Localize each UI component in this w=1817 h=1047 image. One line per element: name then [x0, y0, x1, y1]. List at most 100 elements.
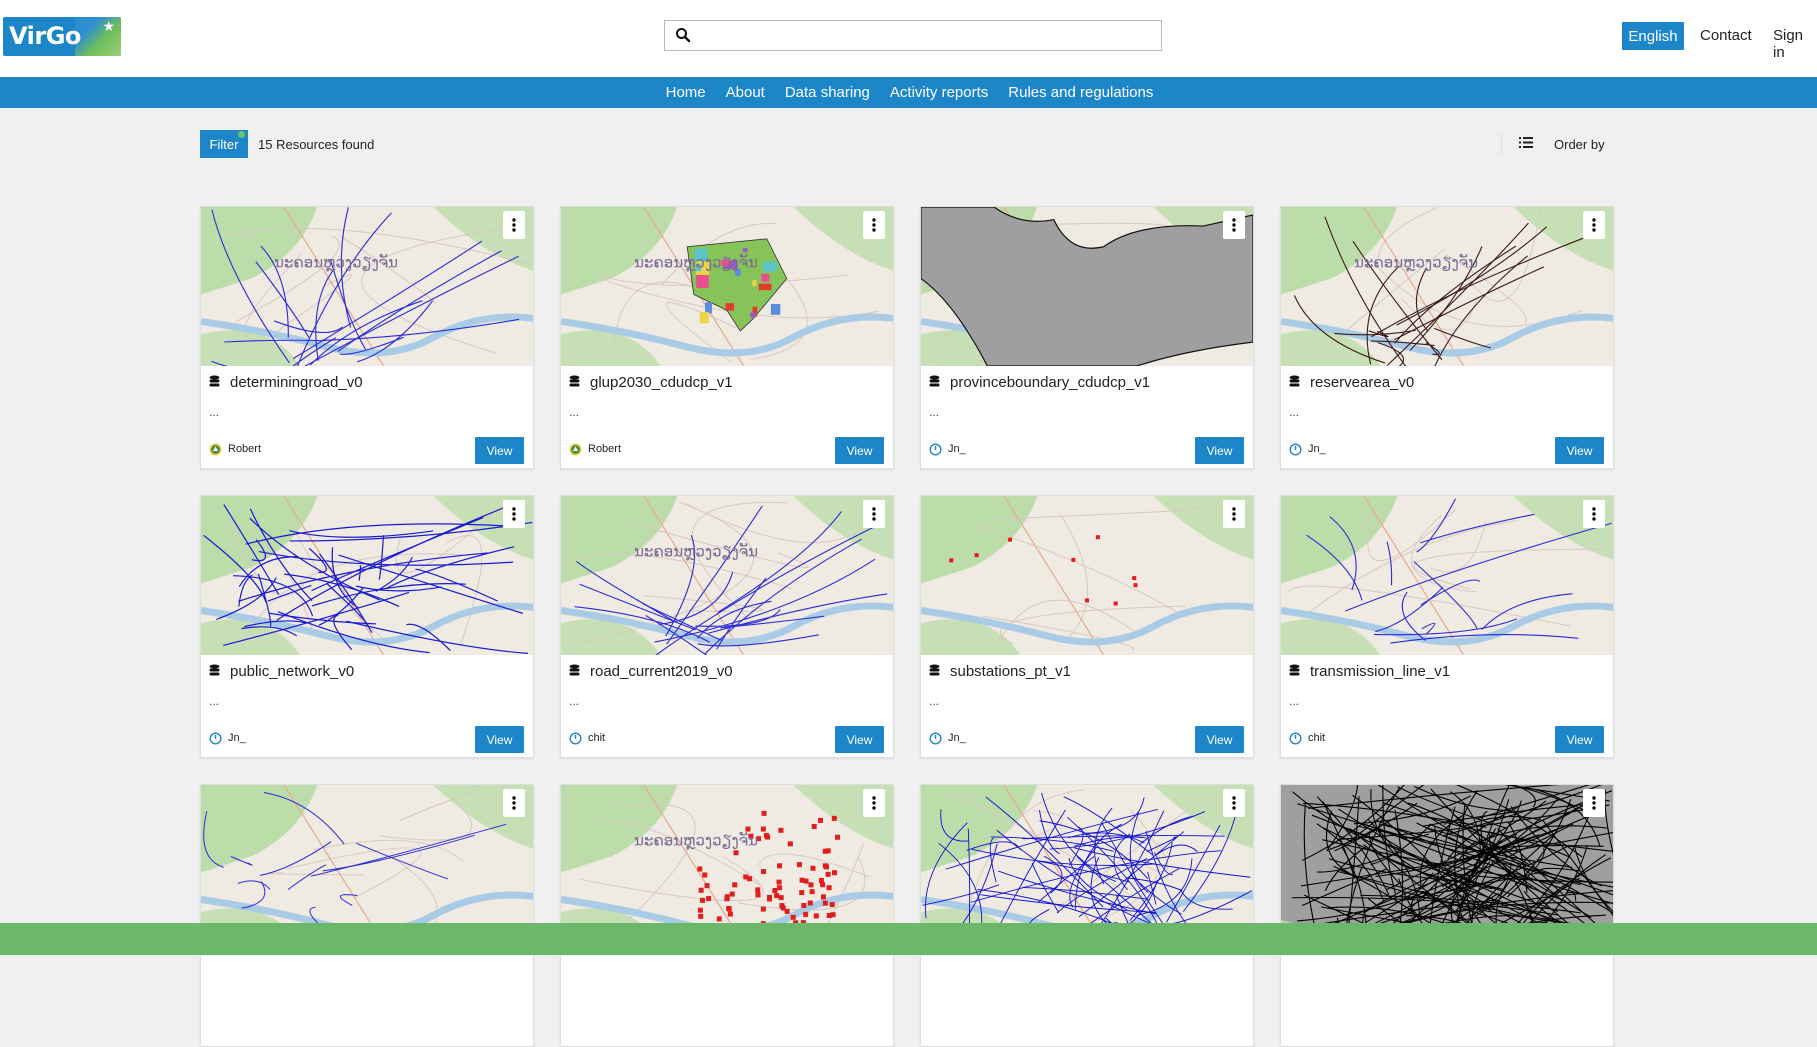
card-thumbnail[interactable]	[921, 207, 1253, 366]
database-icon	[569, 664, 580, 678]
view-button[interactable]: View	[835, 437, 884, 464]
card-title[interactable]: substations_pt_v1	[950, 663, 1071, 680]
contact-link[interactable]: Contact	[1700, 27, 1752, 44]
card-thumbnail[interactable]	[921, 785, 1253, 944]
card-title[interactable]: transmission_line_v1	[1310, 663, 1450, 680]
community-badge-icon	[569, 443, 582, 456]
resource-card[interactable]	[1280, 784, 1614, 1047]
more-options-icon	[512, 796, 516, 810]
view-button[interactable]: View	[1195, 437, 1244, 464]
language-button[interactable]: English	[1622, 22, 1684, 50]
card-thumbnail[interactable]	[1281, 496, 1613, 655]
power-icon	[569, 732, 582, 745]
card-owner[interactable]: chit	[1308, 732, 1325, 744]
resource-card[interactable]: ນະຄອນຫຼວງວຽງຈັນ reservearea_v0... Jn_ View	[1280, 206, 1614, 469]
card-abstract: ...	[569, 694, 580, 708]
card-thumbnail[interactable]	[921, 496, 1253, 655]
card-owner[interactable]: chit	[588, 732, 605, 744]
resource-card[interactable]: substations_pt_v1... Jn_ View	[920, 495, 1254, 758]
card-owner[interactable]: Jn_	[228, 732, 246, 744]
map-thumbnail[interactable]	[1281, 785, 1613, 944]
list-view-icon[interactable]	[1519, 136, 1533, 149]
map-thumbnail[interactable]	[921, 785, 1253, 944]
card-owner[interactable]: Robert	[588, 443, 621, 455]
card-menu-button[interactable]	[863, 789, 885, 817]
card-owner[interactable]: Robert	[228, 443, 261, 455]
resource-card[interactable]: ນະຄອນຫຼວງວຽງຈັນ determiningroad_v0... Robe…	[200, 206, 534, 469]
resource-card[interactable]: ນະຄອນຫຼວງວຽງຈັນ glup2030_cdudcp_v1... Robe…	[560, 206, 894, 469]
card-menu-button[interactable]	[1583, 500, 1605, 528]
nav-item-rules[interactable]: Rules and regulations	[1008, 77, 1153, 108]
database-icon	[929, 375, 940, 389]
resource-card[interactable]: ນະຄອນຫຼວງວຽງຈັນ	[560, 784, 894, 1047]
view-button[interactable]: View	[1555, 437, 1604, 464]
database-icon	[209, 664, 220, 678]
resource-card[interactable]: provinceboundary_cdudcp_v1... Jn_ View	[920, 206, 1254, 469]
card-owner[interactable]: Jn_	[948, 443, 966, 455]
resource-card[interactable]: transmission_line_v1... chit View	[1280, 495, 1614, 758]
card-owner[interactable]: Jn_	[1308, 443, 1326, 455]
more-options-icon	[512, 218, 516, 232]
nav-item-activity-reports[interactable]: Activity reports	[890, 77, 988, 108]
map-thumbnail[interactable]	[921, 207, 1253, 366]
card-menu-button[interactable]	[503, 500, 525, 528]
search-input[interactable]	[699, 24, 1153, 49]
card-menu-button[interactable]	[1583, 789, 1605, 817]
search-bar[interactable]	[664, 20, 1162, 51]
nav-item-data-sharing[interactable]: Data sharing	[785, 77, 870, 108]
map-thumbnail[interactable]: ນະຄອນຫຼວງວຽງຈັນ	[561, 496, 893, 655]
map-thumbnail[interactable]	[201, 785, 533, 944]
virgo-logo[interactable]: VirGo ★	[3, 17, 121, 56]
card-menu-button[interactable]	[503, 789, 525, 817]
more-options-icon	[1232, 796, 1236, 810]
resource-card[interactable]: ນະຄອນຫຼວງວຽງຈັນ road_current2019_v0... chi…	[560, 495, 894, 758]
resource-card[interactable]	[200, 784, 534, 1047]
nav-item-about[interactable]: About	[726, 77, 765, 108]
order-by-dropdown[interactable]: Order by	[1554, 137, 1605, 152]
card-thumbnail[interactable]	[201, 496, 533, 655]
map-thumbnail[interactable]: ນະຄອນຫຼວງວຽງຈັນ	[201, 207, 533, 366]
card-thumbnail[interactable]: ນະຄອນຫຼວງວຽງຈັນ	[201, 207, 533, 366]
filter-active-indicator	[238, 131, 245, 138]
card-title[interactable]: glup2030_cdudcp_v1	[590, 374, 733, 391]
sign-in-link[interactable]: Sign in	[1773, 27, 1817, 61]
card-menu-button[interactable]	[863, 500, 885, 528]
logo-text: VirGo	[9, 22, 81, 50]
card-title[interactable]: road_current2019_v0	[590, 663, 733, 680]
card-menu-button[interactable]	[503, 211, 525, 239]
resource-card[interactable]: public_network_v0... Jn_ View	[200, 495, 534, 758]
resource-card[interactable]	[920, 784, 1254, 1047]
card-menu-button[interactable]	[1583, 211, 1605, 239]
view-button[interactable]: View	[1195, 726, 1244, 753]
card-thumbnail[interactable]: ນະຄອນຫຼວງວຽງຈັນ	[561, 785, 893, 944]
view-button[interactable]: View	[475, 437, 524, 464]
card-thumbnail[interactable]	[201, 785, 533, 944]
map-thumbnail[interactable]: ນະຄອນຫຼວງວຽງຈັນ	[561, 785, 893, 944]
more-options-icon	[872, 218, 876, 232]
map-thumbnail[interactable]: ນະຄອນຫຼວງວຽງຈັນ	[561, 207, 893, 366]
map-thumbnail[interactable]: ນະຄອນຫຼວງວຽງຈັນ	[1281, 207, 1613, 366]
card-menu-button[interactable]	[863, 211, 885, 239]
card-thumbnail[interactable]	[1281, 785, 1613, 944]
nav-item-home[interactable]: Home	[666, 77, 706, 108]
map-thumbnail[interactable]	[921, 496, 1253, 655]
view-button[interactable]: View	[1555, 726, 1604, 753]
card-title[interactable]: determiningroad_v0	[230, 374, 363, 391]
map-place-label: ນະຄອນຫຼວງວຽງຈັນ	[274, 252, 398, 271]
map-thumbnail[interactable]	[201, 496, 533, 655]
card-thumbnail[interactable]: ນະຄອນຫຼວງວຽງຈັນ	[561, 496, 893, 655]
main-nav: Home About Data sharing Activity reports…	[0, 77, 1817, 108]
card-menu-button[interactable]	[1223, 500, 1245, 528]
card-menu-button[interactable]	[1223, 211, 1245, 239]
community-badge-icon	[209, 443, 222, 456]
card-owner[interactable]: Jn_	[948, 732, 966, 744]
card-title[interactable]: provinceboundary_cdudcp_v1	[950, 374, 1150, 391]
view-button[interactable]: View	[475, 726, 524, 753]
map-thumbnail[interactable]	[1281, 496, 1613, 655]
card-menu-button[interactable]	[1223, 789, 1245, 817]
card-thumbnail[interactable]: ນະຄອນຫຼວງວຽງຈັນ	[561, 207, 893, 366]
card-thumbnail[interactable]: ນະຄອນຫຼວງວຽງຈັນ	[1281, 207, 1613, 366]
card-title[interactable]: reservearea_v0	[1310, 374, 1414, 391]
card-title[interactable]: public_network_v0	[230, 663, 354, 680]
view-button[interactable]: View	[835, 726, 884, 753]
